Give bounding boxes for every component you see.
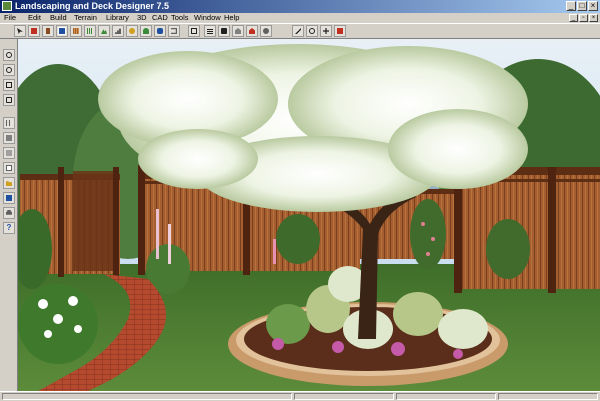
document-close-button[interactable]: ×	[589, 14, 598, 22]
status-pane-3	[396, 393, 496, 400]
save-icon[interactable]	[3, 192, 15, 204]
menu-build[interactable]: Build	[50, 13, 67, 23]
minimize-button[interactable]: _	[566, 1, 576, 11]
library-icon[interactable]	[168, 25, 180, 37]
document-minimize-button[interactable]: _	[569, 14, 578, 22]
deck-tool-icon[interactable]	[70, 25, 82, 37]
status-pane-main	[2, 393, 292, 400]
garden-render	[18, 39, 600, 391]
status-pane-4	[498, 393, 598, 400]
terrain-tool-icon[interactable]	[98, 25, 110, 37]
grid-view-icon[interactable]	[3, 117, 15, 129]
maximize-button[interactable]: □	[577, 1, 587, 11]
close-button[interactable]: ×	[588, 1, 598, 11]
select-arrow-icon[interactable]	[14, 25, 26, 37]
menu-tools[interactable]: Tools	[171, 13, 189, 23]
paint-tool-icon[interactable]	[154, 25, 166, 37]
help-icon[interactable]: ?	[3, 222, 15, 234]
window-tool-icon[interactable]	[56, 25, 68, 37]
menu-file[interactable]: File	[4, 13, 16, 23]
menu-edit[interactable]: Edit	[28, 13, 41, 23]
new-document-icon[interactable]	[3, 162, 15, 174]
zoom-in-icon[interactable]	[3, 49, 15, 61]
open-folder-icon[interactable]	[3, 177, 15, 189]
menu-cad[interactable]: CAD	[152, 13, 168, 23]
menu-terrain[interactable]: Terrain	[74, 13, 97, 23]
walkthrough-icon[interactable]	[292, 25, 304, 37]
menu-window[interactable]: Window	[194, 13, 221, 23]
status-bar	[0, 391, 600, 401]
camera-view-icon[interactable]	[218, 25, 230, 37]
menu-library[interactable]: Library	[106, 13, 129, 23]
menu-3d[interactable]: 3D	[137, 13, 147, 23]
window-title: Landscaping and Deck Designer 7.5	[15, 1, 170, 11]
refresh-icon[interactable]	[3, 147, 15, 159]
door-tool-icon[interactable]	[42, 25, 54, 37]
document-restore-button[interactable]: ▫	[579, 14, 588, 22]
elevation-view-icon[interactable]	[232, 25, 244, 37]
zoom-out-icon[interactable]	[3, 64, 15, 76]
zoom-camera-icon[interactable]	[334, 25, 346, 37]
left-toolbar: ?	[0, 39, 18, 391]
3d-view[interactable]	[18, 39, 600, 391]
fill-window-icon[interactable]	[3, 132, 15, 144]
menu-bar: File Edit Build Terrain Library 3D CAD T…	[0, 13, 600, 23]
plan-view-icon[interactable]	[204, 25, 216, 37]
pan-icon[interactable]	[320, 25, 332, 37]
stairs-tool-icon[interactable]	[112, 25, 124, 37]
plant-tool-icon[interactable]	[140, 25, 152, 37]
wall-tool-icon[interactable]	[28, 25, 40, 37]
path-tool-icon[interactable]	[126, 25, 138, 37]
app-icon[interactable]	[2, 1, 12, 11]
print-icon[interactable]	[3, 207, 15, 219]
main-toolbar	[0, 23, 600, 39]
status-pane-2	[294, 393, 394, 400]
title-bar: Landscaping and Deck Designer 7.5 _ □ ×	[0, 0, 600, 13]
orbit-icon[interactable]	[306, 25, 318, 37]
fence-tool-icon[interactable]	[84, 25, 96, 37]
zoom-fit-icon[interactable]	[3, 94, 15, 106]
menu-help[interactable]: Help	[224, 13, 239, 23]
render-view-icon[interactable]	[260, 25, 272, 37]
perspective-view-icon[interactable]	[246, 25, 258, 37]
zoom-box-icon[interactable]	[3, 79, 15, 91]
edit-tool-icon[interactable]	[188, 25, 200, 37]
